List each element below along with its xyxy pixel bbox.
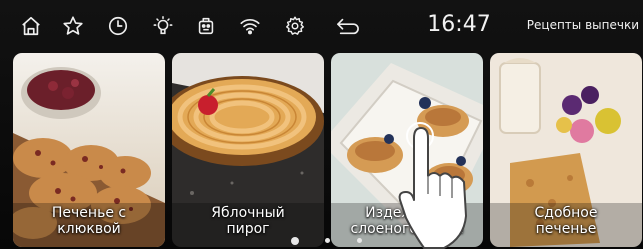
clock-icon[interactable] (105, 13, 131, 39)
pagination-dots (285, 236, 365, 246)
clock-time: 16:47 (427, 12, 491, 37)
recipe-card-sweet-cookies[interactable]: Сдобное печенье (490, 53, 642, 247)
page-dot-active[interactable] (291, 237, 299, 245)
recipes-screen: 16:47 Рецепты выпечки Печенье с клюквой (0, 0, 643, 249)
status-bar: 16:47 Рецепты выпечки (0, 0, 643, 50)
back-icon[interactable] (333, 13, 363, 39)
robot-icon[interactable] (193, 13, 219, 39)
recipe-card-apple-pie[interactable]: Яблочный пирог (172, 53, 324, 247)
page-dot[interactable] (325, 238, 330, 243)
wifi-icon[interactable] (237, 13, 263, 39)
recipe-label: Печенье с клюквой (51, 205, 127, 237)
recipe-card-puff-pastry[interactable]: Изделия из слоеного теста (331, 53, 483, 247)
recipe-card-cranberry-cookies[interactable]: Печенье с клюквой (13, 53, 165, 247)
recipe-label: Изделия из слоеного теста (350, 205, 464, 237)
recipe-label: Сдобное печенье (534, 205, 598, 237)
home-icon[interactable] (18, 13, 44, 39)
page-dot[interactable] (357, 238, 362, 243)
gear-icon[interactable] (282, 13, 308, 39)
light-bulb-icon[interactable] (150, 13, 176, 39)
recipe-label: Яблочный пирог (211, 205, 285, 237)
page-title: Рецепты выпечки (526, 18, 639, 32)
star-icon[interactable] (60, 13, 86, 39)
